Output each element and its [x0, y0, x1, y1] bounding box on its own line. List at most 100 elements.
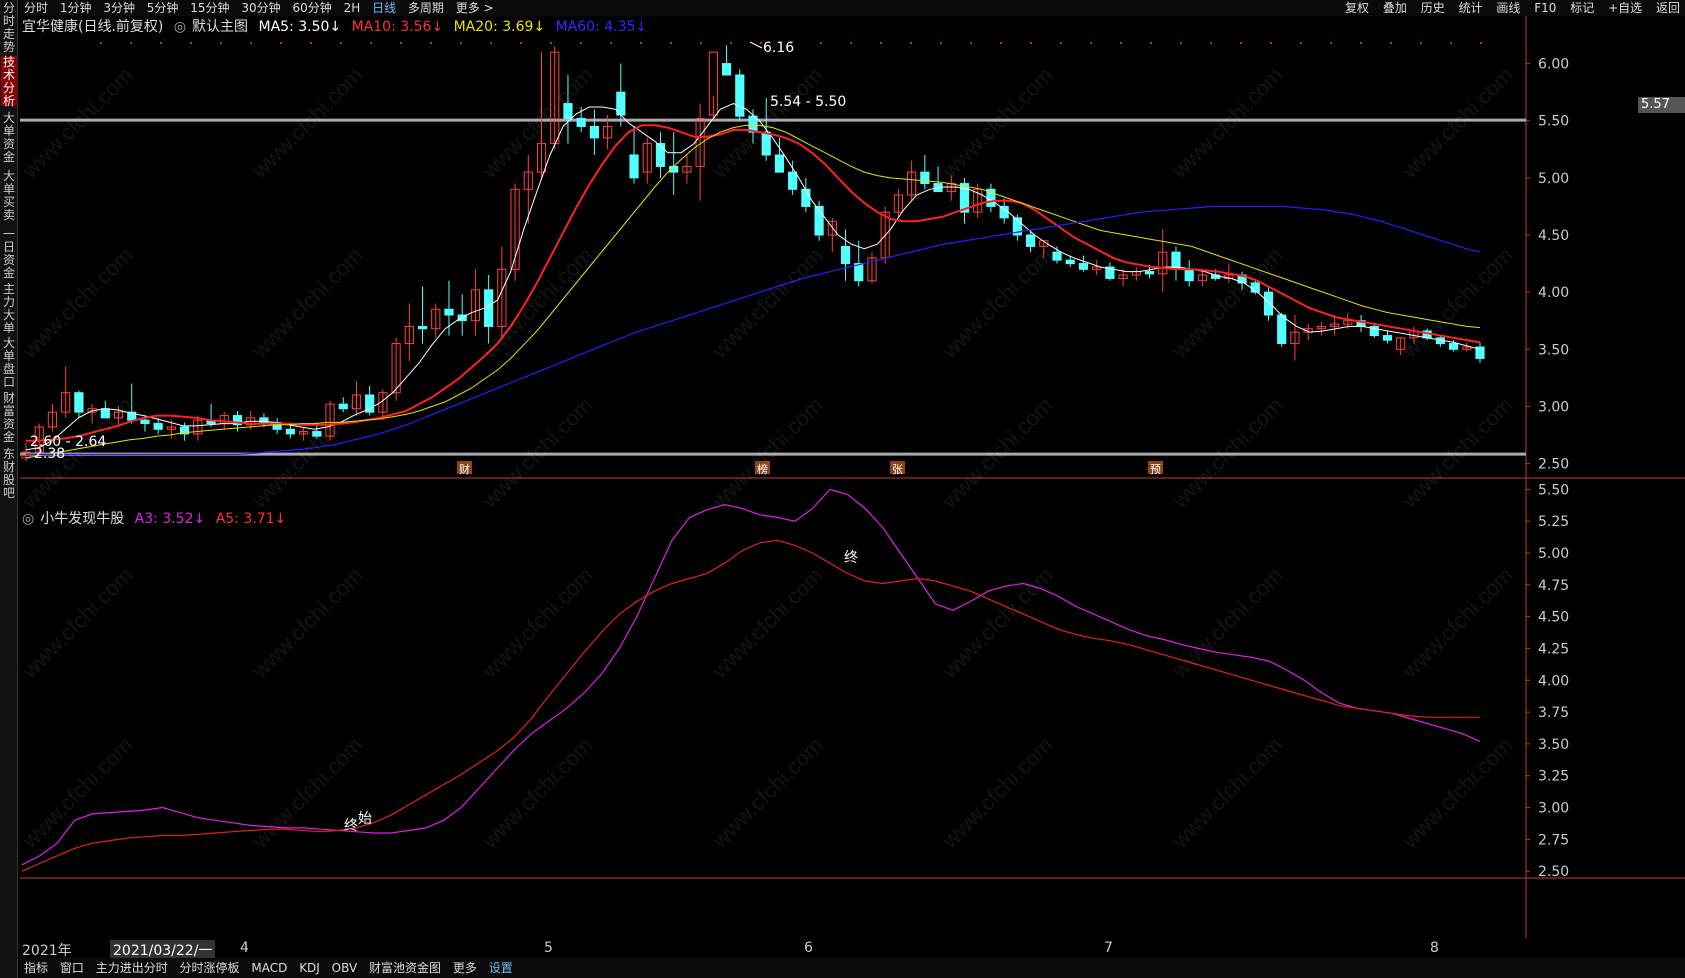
marker-dot — [430, 42, 432, 44]
btab-settings[interactable]: 设置 — [489, 961, 513, 975]
marker-dot — [580, 42, 582, 44]
marker-dot — [1150, 42, 1152, 44]
ma20-label: MA20: 3.69↓ — [453, 19, 546, 35]
btab-window[interactable]: 窗口 — [60, 961, 84, 975]
main-template[interactable]: 默认主图 — [192, 19, 248, 35]
marker-dot — [1120, 42, 1122, 44]
candle-body — [1277, 314, 1287, 345]
btab-main-flow[interactable]: 主力进出分时 — [96, 961, 168, 975]
low-label: 2.38 — [34, 446, 65, 462]
date-m6: 6 — [804, 940, 813, 956]
marker-dot — [1360, 42, 1362, 44]
btab-kdj[interactable]: KDJ — [299, 961, 320, 975]
candle-body — [484, 289, 494, 327]
candle-body — [576, 117, 586, 127]
candle-body — [100, 408, 110, 419]
marker-dot — [1330, 42, 1332, 44]
event-marker-3: 预 — [1150, 463, 1161, 476]
candle-body — [312, 431, 322, 437]
indicator-toolbar: 指标 窗口 主力进出分时 分时涨停板 MACD KDJ OBV 财富池资金图 更… — [20, 958, 1685, 978]
event-marker-2: 张 — [892, 463, 903, 476]
price-axis-label-7: 2.50 — [1538, 457, 1569, 473]
ind-axis-label-2: 5.00 — [1538, 546, 1569, 562]
candle-body — [1065, 259, 1075, 265]
candle-body — [840, 245, 851, 265]
ma60-label: MA60: 4.35↓ — [555, 19, 648, 35]
indicator-icon[interactable]: ◎ — [22, 511, 34, 527]
marker-dot — [250, 42, 252, 44]
marker-dot — [100, 42, 102, 44]
marker-dot — [730, 42, 732, 44]
btab-limit-up[interactable]: 分时涨停板 — [180, 961, 240, 975]
candle-body — [788, 171, 798, 190]
marker-dot — [490, 42, 492, 44]
marker-dot — [940, 42, 942, 44]
marker-dot — [550, 42, 552, 44]
marker-dot — [1420, 42, 1422, 44]
btab-macd[interactable]: MACD — [251, 961, 287, 975]
marker-dot — [370, 42, 372, 44]
marker-dot — [520, 42, 522, 44]
date-m7: 7 — [1104, 940, 1113, 956]
indicator-line-A3 — [21, 488, 1481, 866]
marker-dot — [1060, 42, 1062, 44]
btab-more[interactable]: 更多 — [453, 961, 477, 975]
marker-dot — [670, 42, 672, 44]
ma10-label: MA10: 3.56↓ — [351, 19, 444, 35]
ind-axis-label-12: 2.50 — [1538, 864, 1569, 880]
template-icon[interactable]: ◎ — [174, 19, 186, 35]
ind-axis-label-8: 3.50 — [1538, 737, 1569, 753]
candle-body — [655, 143, 666, 167]
candle-body — [1144, 271, 1155, 275]
candle-body — [1184, 268, 1194, 282]
ma-line-MA5 — [25, 103, 1481, 451]
price-axis-label-1: 5.50 — [1538, 114, 1569, 130]
candle-body — [774, 154, 785, 173]
marker-dot — [1450, 42, 1452, 44]
price-axis-label-6: 3.00 — [1538, 399, 1569, 415]
candle-body — [1382, 335, 1393, 341]
marker-dot — [1000, 42, 1002, 44]
indicator-name[interactable]: 小牛发现牛股 — [40, 511, 124, 527]
candle-body — [589, 125, 599, 139]
price-axis-label-2: 5.00 — [1538, 171, 1569, 187]
btab-wealth-pool[interactable]: 财富池资金图 — [369, 961, 441, 975]
btab-indicator[interactable]: 指标 — [24, 961, 48, 975]
date-m4: 4 — [240, 940, 249, 956]
ind-axis-label-10: 3.00 — [1538, 801, 1569, 817]
candle-body — [74, 392, 84, 413]
price-axis-label-0: 6.00 — [1538, 57, 1569, 73]
marker-dot — [760, 42, 762, 44]
range-high-label: 5.54 - 5.50 — [770, 94, 846, 110]
indicator-line-A5 — [21, 539, 1480, 872]
ind-axis-label-4: 4.50 — [1538, 610, 1569, 626]
ma-line-MA10 — [26, 124, 1481, 442]
candlestick-series — [21, 45, 1485, 462]
date-cursor: 2021/03/22/一 — [110, 940, 216, 960]
marker-dot — [1300, 42, 1302, 44]
ma-line-MA60 — [26, 205, 1481, 455]
candle-body — [1052, 251, 1062, 261]
marker-dot — [340, 42, 342, 44]
candle-body — [140, 419, 150, 425]
date-m5: 5 — [544, 940, 553, 956]
marker-dot — [880, 42, 882, 44]
candle-body — [854, 263, 864, 282]
main-legend: 宜华健康(日线.前复权) ◎ 默认主图 MA5: 3.50↓ MA10: 3.56… — [22, 18, 653, 36]
btab-obv[interactable]: OBV — [332, 961, 358, 975]
price-axis-label-5: 3.50 — [1538, 342, 1569, 358]
end-marker-2: 终 — [844, 550, 858, 566]
candle-body — [920, 171, 930, 185]
candle-body — [761, 131, 771, 156]
chart-canvas[interactable]: 6.00 5.50 5.00 4.50 4.00 3.50 3.00 2.50 5.50 5.25… — [0, 0, 1685, 978]
high-label: 6.16 — [763, 40, 794, 56]
ind-axis-label-11: 2.75 — [1538, 832, 1569, 848]
candle-body — [285, 428, 295, 435]
marker-dot — [1480, 42, 1482, 44]
marker-dot — [190, 42, 192, 44]
candle-body — [338, 403, 348, 410]
ind-axis-label-6: 4.00 — [1538, 673, 1569, 689]
ind-axis-label-5: 4.25 — [1538, 641, 1569, 657]
candle-body — [417, 325, 428, 330]
stock-name[interactable]: 宜华健康(日线.前复权) — [22, 19, 163, 35]
